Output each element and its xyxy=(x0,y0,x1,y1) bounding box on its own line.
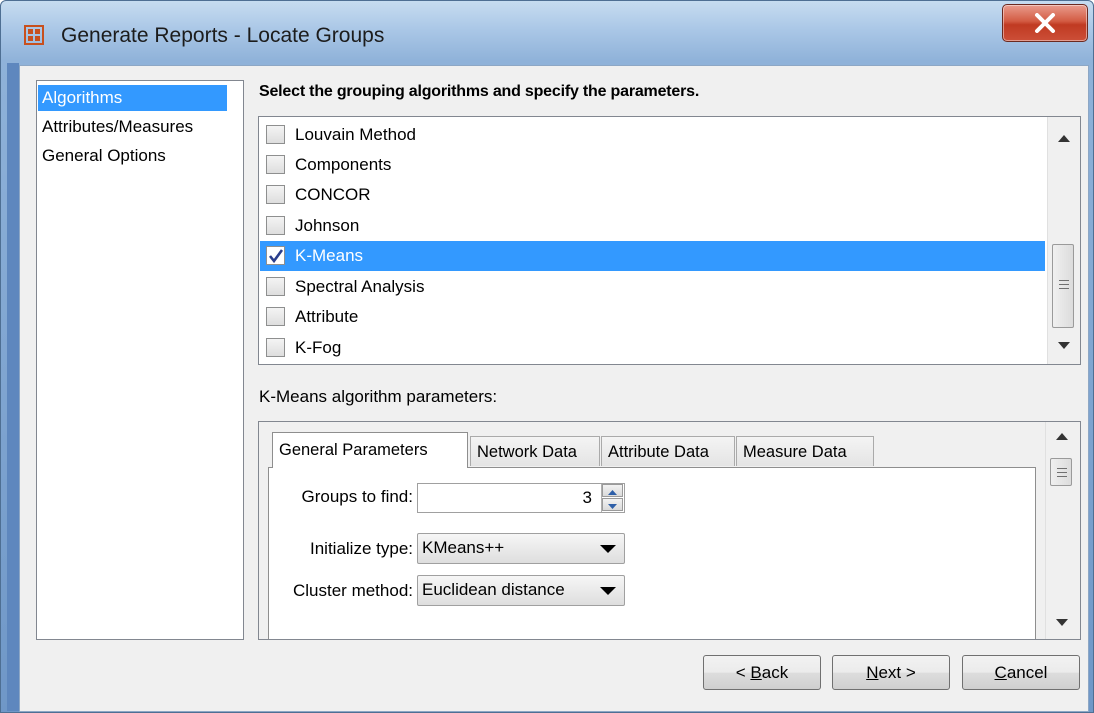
algorithm-label: K-Fog xyxy=(295,338,342,357)
checkbox[interactable] xyxy=(266,338,285,357)
scroll-up-icon[interactable] xyxy=(1058,135,1070,142)
next-button[interactable]: Next > xyxy=(832,655,950,690)
groups-to-find-label: Groups to find: xyxy=(301,487,413,506)
algorithms-heading: Select the grouping algorithms and speci… xyxy=(259,83,700,100)
algorithm-item-concor[interactable]: CONCOR xyxy=(260,180,1045,210)
dialog-content: Algorithms Attributes/Measures General O… xyxy=(19,65,1089,712)
algorithm-item-louvain[interactable]: Louvain Method xyxy=(260,120,1045,150)
app-icon xyxy=(24,25,44,45)
window-title: Generate Reports - Locate Groups xyxy=(61,24,385,47)
cluster-method-dropdown[interactable]: Euclidean distance xyxy=(417,575,625,606)
scroll-thumb[interactable] xyxy=(1050,458,1072,486)
general-parameters-content: Groups to find: 3 Initialize type: KMean xyxy=(268,467,1036,639)
initialize-type-value: KMeans++ xyxy=(422,538,505,557)
params-scrollbar[interactable] xyxy=(1045,422,1080,639)
tab-network-data[interactable]: Network Data xyxy=(470,436,600,466)
chevron-down-icon xyxy=(608,504,617,509)
groups-to-find-value: 3 xyxy=(582,488,592,507)
scroll-down-icon[interactable] xyxy=(1056,619,1068,626)
checkbox[interactable] xyxy=(266,216,285,235)
algorithm-list: Louvain Method Components CONCOR Johnson xyxy=(258,116,1081,365)
algorithm-label: Louvain Method xyxy=(295,125,416,144)
checkbox[interactable] xyxy=(266,307,285,326)
dropdown-arrow-icon xyxy=(600,587,616,595)
initialize-type-label: Initialize type: xyxy=(310,539,413,558)
scroll-thumb[interactable] xyxy=(1052,244,1074,328)
spinner-up-button[interactable] xyxy=(602,484,623,497)
checkbox[interactable] xyxy=(266,125,285,144)
algorithm-item-attribute[interactable]: Attribute xyxy=(260,302,1045,332)
groups-to-find-spinner[interactable]: 3 xyxy=(417,483,625,513)
cancel-button[interactable]: Cancel xyxy=(962,655,1080,690)
dialog-window: Generate Reports - Locate Groups Algorit… xyxy=(0,0,1094,713)
algorithm-item-components[interactable]: Components xyxy=(260,150,1045,180)
algorithm-item-k-means[interactable]: K-Means xyxy=(260,241,1045,271)
tab-general-parameters[interactable]: General Parameters xyxy=(272,432,468,468)
params-panel: General Parameters Network Data Attribut… xyxy=(258,421,1081,640)
algorithm-item-johnson[interactable]: Johnson xyxy=(260,211,1045,241)
algorithm-item-k-fog[interactable]: K-Fog xyxy=(260,333,1045,363)
cluster-method-label: Cluster method: xyxy=(293,581,413,600)
tab-attribute-data[interactable]: Attribute Data xyxy=(601,436,735,466)
nav-item-algorithms[interactable]: Algorithms xyxy=(38,85,227,111)
algorithm-label: Spectral Analysis xyxy=(295,277,425,296)
close-button[interactable] xyxy=(1002,4,1088,42)
algorithm-label: Components xyxy=(295,155,392,174)
algorithm-label: Johnson xyxy=(295,216,360,235)
back-button[interactable]: < Back xyxy=(703,655,821,690)
params-label: K-Means algorithm parameters: xyxy=(259,387,498,406)
title-bar[interactable]: Generate Reports - Locate Groups xyxy=(1,1,1093,65)
checkmark-icon xyxy=(268,249,284,264)
checkbox[interactable] xyxy=(266,277,285,296)
scroll-up-icon[interactable] xyxy=(1056,433,1068,440)
checkbox[interactable] xyxy=(266,185,285,204)
window-frame-edge xyxy=(7,63,19,711)
checkbox[interactable] xyxy=(266,155,285,174)
algorithm-label: K-Means xyxy=(295,246,364,265)
algorithm-item-spectral[interactable]: Spectral Analysis xyxy=(260,272,1045,302)
algorithm-list-scrollbar[interactable] xyxy=(1047,117,1080,364)
tab-measure-data[interactable]: Measure Data xyxy=(736,436,874,466)
spinner-down-button[interactable] xyxy=(602,498,623,511)
initialize-type-dropdown[interactable]: KMeans++ xyxy=(417,533,625,564)
scroll-down-icon[interactable] xyxy=(1058,342,1070,349)
nav-item-general-options[interactable]: General Options xyxy=(38,143,166,169)
chevron-up-icon xyxy=(608,490,617,495)
algorithm-label: CONCOR xyxy=(295,185,371,204)
algorithm-label: Attribute xyxy=(295,307,359,326)
checkbox-checked[interactable] xyxy=(266,246,285,265)
dropdown-arrow-icon xyxy=(600,545,616,553)
close-icon xyxy=(1035,13,1055,33)
nav-item-attributes-measures[interactable]: Attributes/Measures xyxy=(38,114,193,140)
nav-panel: Algorithms Attributes/Measures General O… xyxy=(36,80,244,640)
cluster-method-value: Euclidean distance xyxy=(422,580,565,599)
